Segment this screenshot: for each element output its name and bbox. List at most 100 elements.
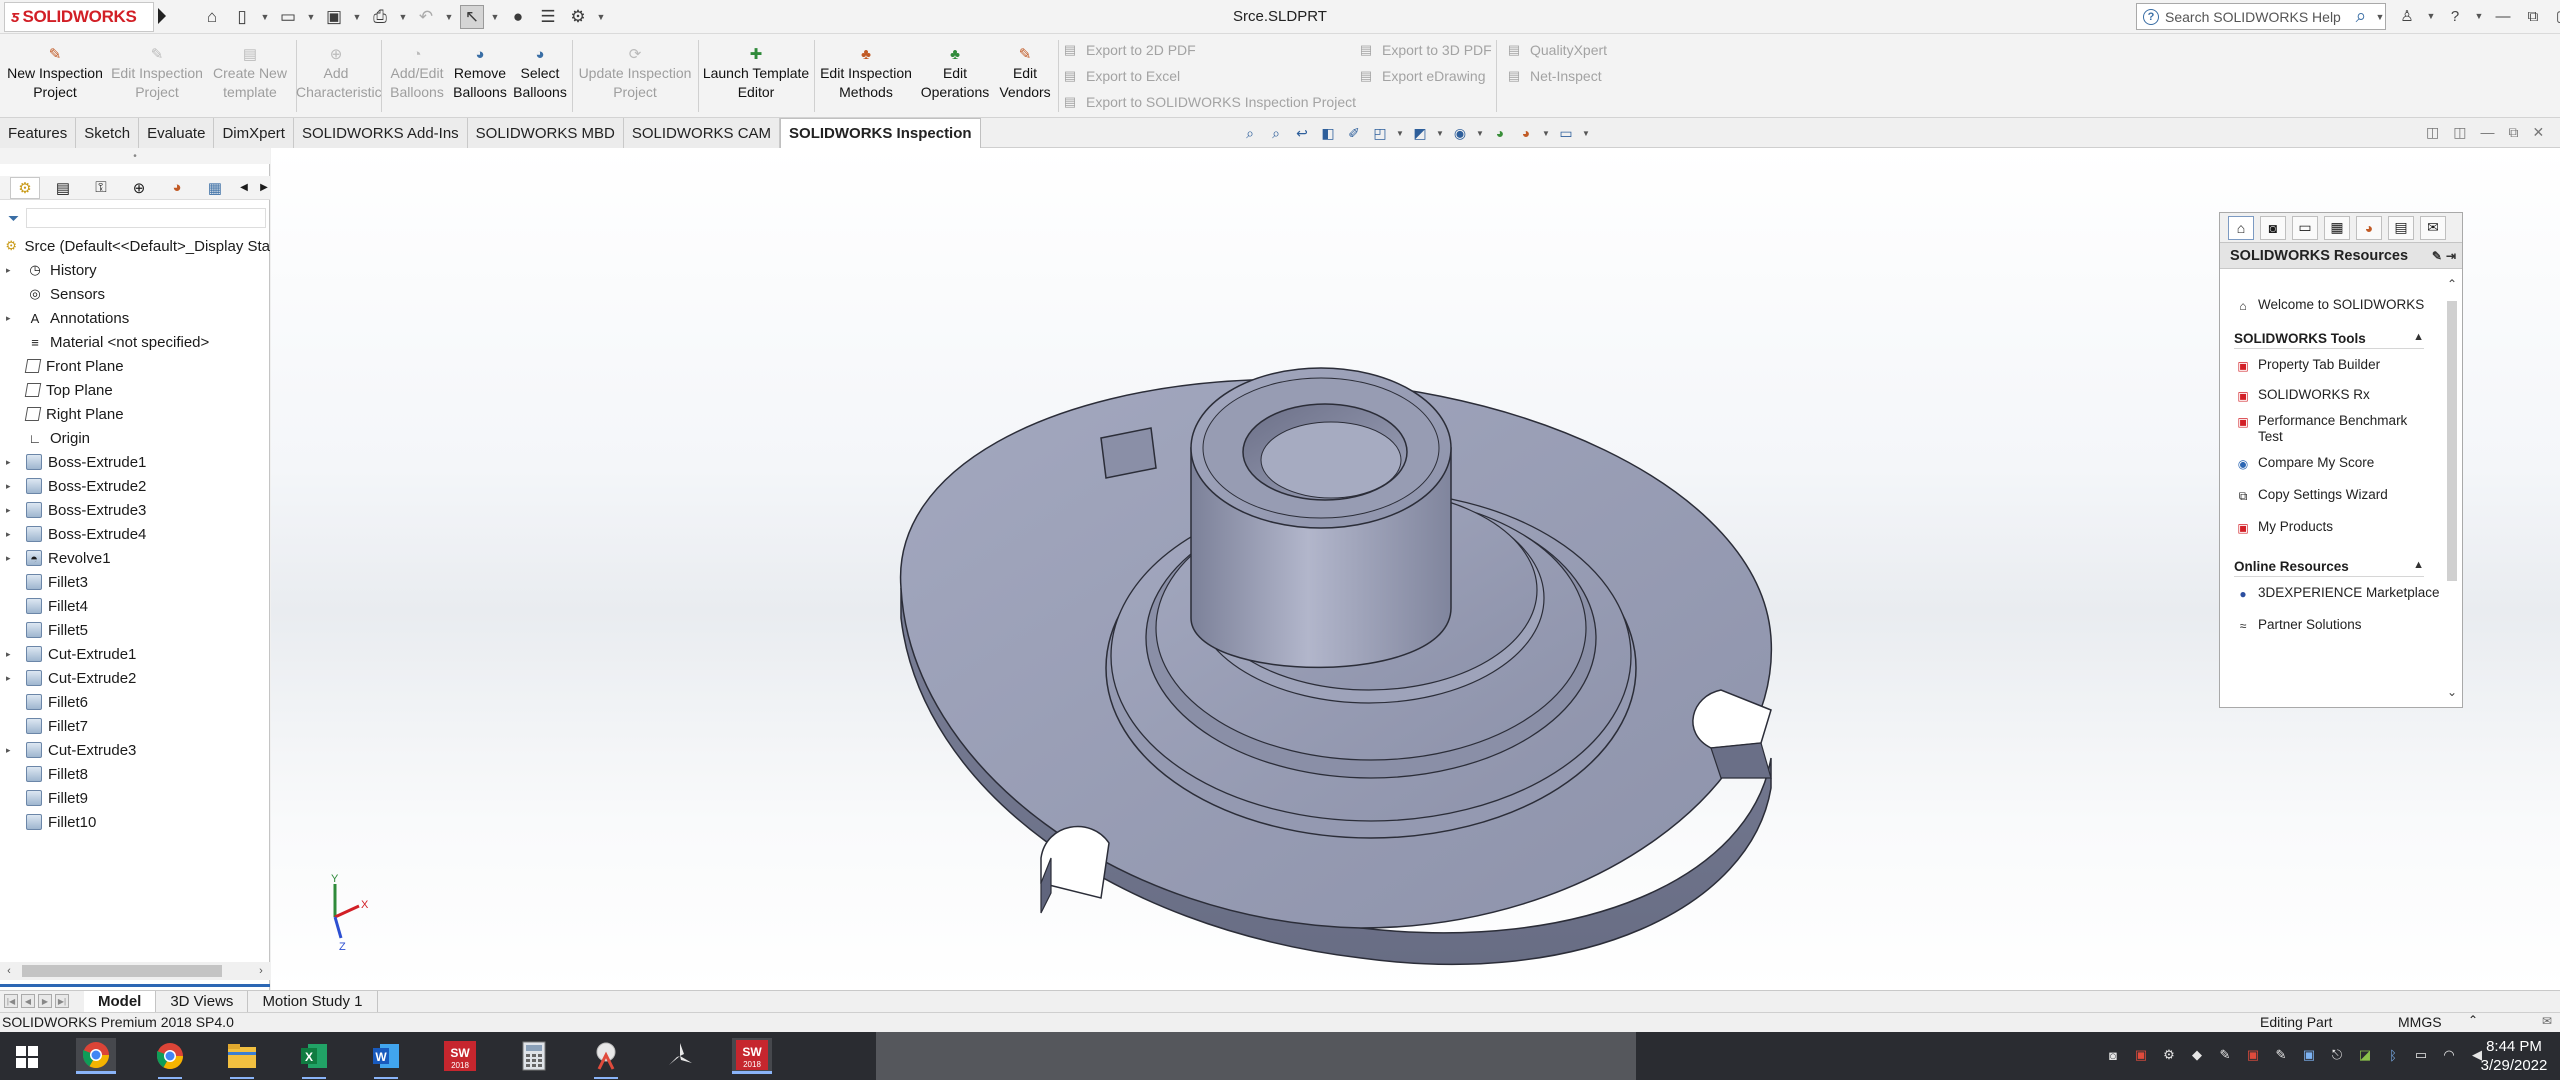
- user-icon[interactable]: ♙: [2396, 5, 2418, 27]
- tabs-scroll-right-icon[interactable]: ▶: [258, 177, 270, 199]
- edit-vendors-button[interactable]: ✎ Edit Vendors: [994, 46, 1056, 102]
- add-edit-balloons-button[interactable]: ◔ Add/Edit Balloons: [384, 46, 450, 102]
- doc-minimize-icon[interactable]: —: [2480, 124, 2494, 141]
- expand-arrow-icon[interactable]: ▸: [6, 649, 20, 660]
- scroll-thumb[interactable]: [22, 965, 222, 977]
- tab-dimxpert[interactable]: DimXpert: [214, 118, 294, 148]
- scroll-down-icon[interactable]: ⌄: [2445, 685, 2459, 699]
- edit-operations-button[interactable]: ♣ Edit Operations: [916, 46, 994, 102]
- restore-window-icon[interactable]: ⧉: [2522, 5, 2544, 27]
- tree-item[interactable]: Fillet8: [0, 762, 270, 786]
- tab-sketch[interactable]: Sketch: [76, 118, 140, 148]
- design-library-tab-icon[interactable]: ◙: [2260, 215, 2286, 240]
- dynamic-annotation-icon[interactable]: ✐: [1344, 123, 1364, 143]
- tile-right-icon[interactable]: ◫: [2453, 124, 2466, 141]
- chevron-down-icon[interactable]: ▼: [1436, 129, 1444, 138]
- remove-balloons-button[interactable]: ◕ Remove Balloons: [450, 46, 510, 102]
- chevron-down-icon[interactable]: ▼: [1396, 129, 1404, 138]
- expand-arrow-icon[interactable]: ▸: [6, 481, 20, 492]
- pane-grip[interactable]: •: [0, 148, 270, 164]
- view-palette-tab-icon[interactable]: ▦: [2324, 215, 2350, 240]
- expand-arrow-icon[interactable]: ▸: [6, 745, 20, 756]
- chevron-down-icon[interactable]: ▼: [2474, 11, 2484, 21]
- excel-taskbar-button[interactable]: X: [294, 1038, 334, 1079]
- online-resources-section[interactable]: Online Resources ▲: [2234, 559, 2424, 577]
- snipping-tool-taskbar-button[interactable]: [586, 1038, 626, 1079]
- net-inspect-item[interactable]: ▤ Net-Inspect: [1506, 68, 1602, 84]
- dimxpertmanager-icon[interactable]: ⊕: [124, 177, 154, 199]
- solidworks-tools-section[interactable]: SOLIDWORKS Tools ▲: [2234, 331, 2424, 349]
- tree-item[interactable]: Front Plane: [0, 354, 270, 378]
- nvidia-icon[interactable]: ◪: [2356, 1046, 2374, 1064]
- custom-properties-tab-icon[interactable]: ▤: [2388, 215, 2414, 240]
- edit-inspection-project-button[interactable]: ✎ Edit Inspection Project: [108, 46, 206, 102]
- tray-app-icon-2[interactable]: ▣: [2300, 1046, 2318, 1064]
- display-style-icon[interactable]: ◩: [1410, 123, 1430, 143]
- tree-item[interactable]: ▸ Cut-Extrude3: [0, 738, 270, 762]
- print-icon[interactable]: ⎙: [368, 5, 392, 29]
- chevron-down-icon[interactable]: ▼: [260, 12, 270, 22]
- tree-item[interactable]: Fillet3: [0, 570, 270, 594]
- calculator-taskbar-button[interactable]: [514, 1038, 554, 1074]
- apply-scene-icon[interactable]: ◕: [1516, 123, 1536, 143]
- system-clock[interactable]: 8:44 PM 3/29/2022: [2476, 1037, 2552, 1075]
- export-excel-item[interactable]: ▤ Export to Excel: [1062, 68, 1180, 84]
- tree-item[interactable]: ∟ Origin: [0, 426, 270, 450]
- search-icon[interactable]: ⌕: [2347, 4, 2375, 29]
- tree-item[interactable]: ▸ Boss-Extrude4: [0, 522, 270, 546]
- part-model-3d[interactable]: [891, 338, 1931, 990]
- chevron-down-icon[interactable]: ▼: [2375, 12, 2385, 22]
- featuremanager-tree-icon[interactable]: ⚙: [10, 176, 40, 199]
- first-tab-icon[interactable]: |◀: [4, 994, 18, 1008]
- doc-close-icon[interactable]: ✕: [2532, 124, 2544, 141]
- doc-restore-icon[interactable]: ⧉: [2508, 124, 2518, 141]
- view-orientation-icon[interactable]: ◰: [1370, 123, 1390, 143]
- scroll-right-icon[interactable]: ›: [252, 965, 270, 977]
- hide-show-items-icon[interactable]: ◉: [1450, 123, 1470, 143]
- home-icon[interactable]: ⌂: [200, 5, 224, 29]
- tab-solidworks-cam[interactable]: SOLIDWORKS CAM: [623, 118, 781, 148]
- tab-features[interactable]: Features: [0, 118, 77, 148]
- new-inspection-project-button[interactable]: ✎ New Inspection Project: [6, 46, 104, 102]
- tab-solidworks-add-ins[interactable]: SOLIDWORKS Add-Ins: [293, 118, 468, 148]
- chevron-down-icon[interactable]: ▼: [398, 12, 408, 22]
- tree-item[interactable]: ▸ Cut-Extrude2: [0, 666, 270, 690]
- filter-input[interactable]: [26, 208, 266, 228]
- new-document-icon[interactable]: ▯: [230, 5, 254, 29]
- horizontal-scrollbar[interactable]: ‹ ›: [0, 962, 270, 980]
- options-gear-icon[interactable]: ⚙: [566, 5, 590, 29]
- tree-item[interactable]: ▸ Boss-Extrude3: [0, 498, 270, 522]
- export-edrawing-item[interactable]: ▤ Export eDrawing: [1358, 68, 1486, 84]
- export-inspection-project-item[interactable]: ▤ Export to SOLIDWORKS Inspection Project: [1062, 94, 1356, 110]
- maximize-icon[interactable]: ▢: [2552, 5, 2560, 27]
- help-search-box[interactable]: ? Search SOLIDWORKS Help ⌕ ▼: [2136, 3, 2386, 30]
- chevron-up-icon[interactable]: ⌃: [2468, 1013, 2478, 1027]
- export-2d-pdf-item[interactable]: ▤ Export to 2D PDF: [1062, 42, 1196, 58]
- view-settings-icon[interactable]: ▭: [1556, 123, 1576, 143]
- tree-item[interactable]: ▸ ◓ Revolve1: [0, 546, 270, 570]
- settings-tray-icon[interactable]: ⚙: [2160, 1046, 2178, 1064]
- tree-item[interactable]: ◎ Sensors: [0, 282, 270, 306]
- discord-icon[interactable]: ◙: [2104, 1046, 2122, 1064]
- chevron-down-icon[interactable]: ▼: [596, 12, 606, 22]
- chevron-down-icon[interactable]: ▼: [1582, 129, 1590, 138]
- my-products-link[interactable]: ▣ My Products: [2234, 519, 2333, 537]
- propertymanager-icon[interactable]: ▤: [48, 177, 78, 199]
- bluetooth-icon[interactable]: ᛒ: [2384, 1046, 2402, 1064]
- tree-item[interactable]: Fillet9: [0, 786, 270, 810]
- expand-arrow-icon[interactable]: ▸: [6, 673, 20, 684]
- tab-solidworks-inspection[interactable]: SOLIDWORKS Inspection: [780, 118, 981, 148]
- cam-feature-tree-icon[interactable]: ▦: [200, 177, 230, 199]
- solidworks-logo[interactable]: ƽ SOLIDWORKS: [4, 2, 154, 32]
- save-icon[interactable]: ▣: [322, 5, 346, 29]
- tree-item[interactable]: ▸ A Annotations: [0, 306, 270, 330]
- open-folder-icon[interactable]: ▭: [276, 5, 300, 29]
- tab-model[interactable]: Model: [84, 991, 157, 1012]
- menu-flyout-arrow-icon[interactable]: [158, 8, 166, 24]
- rebuild-icon[interactable]: ●: [506, 5, 530, 29]
- tabs-scroll-left-icon[interactable]: ◀: [238, 177, 250, 199]
- wifi-icon[interactable]: ◠: [2440, 1046, 2458, 1064]
- resources-scrollbar[interactable]: ⌃ ⌄: [2444, 273, 2460, 703]
- file-properties-icon[interactable]: ☰: [536, 5, 560, 29]
- zoom-to-fit-icon[interactable]: ⌕: [1240, 123, 1260, 143]
